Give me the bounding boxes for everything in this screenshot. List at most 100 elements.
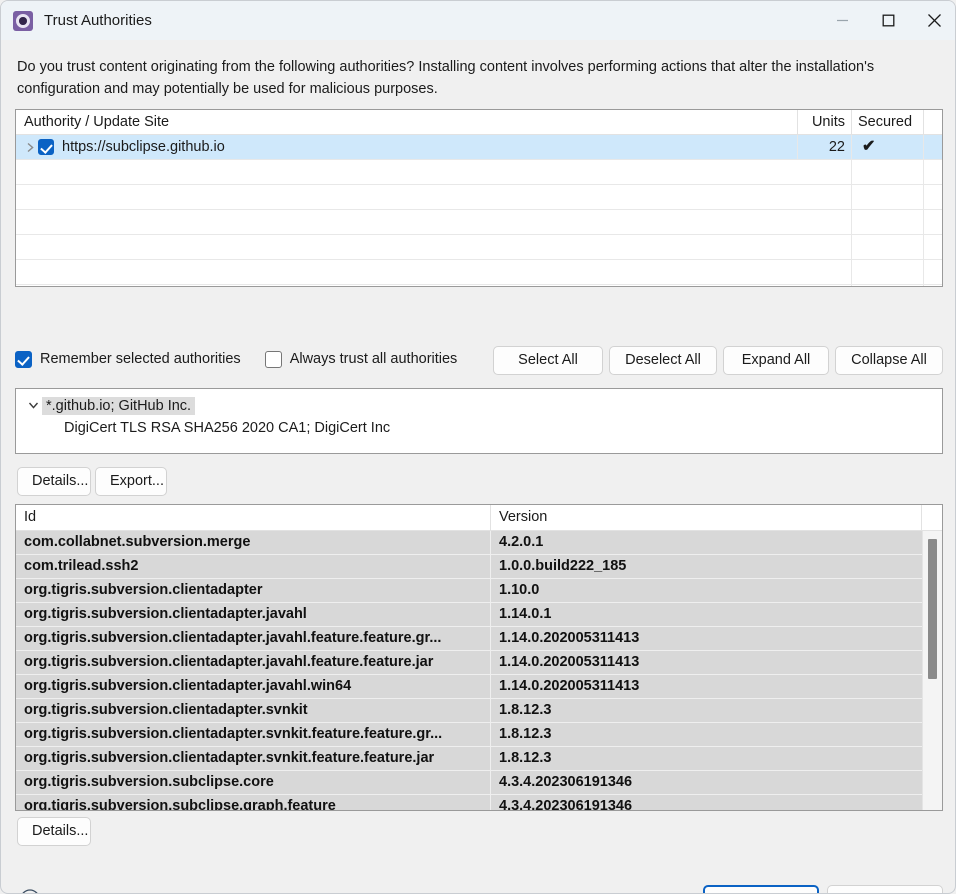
authority-secured: ✔ — [852, 135, 924, 159]
authorities-table-header: Authority / Update Site Units Secured — [16, 110, 942, 135]
units-scrollbar-thumb[interactable] — [928, 539, 937, 679]
table-row[interactable]: org.tigris.subversion.clientadapter.svnk… — [16, 699, 922, 723]
column-header-authority[interactable]: Authority / Update Site — [16, 110, 798, 134]
unit-version: 1.14.0.202005311413 — [499, 678, 640, 694]
empty-cell — [16, 235, 798, 259]
units-details-button[interactable]: Details... — [17, 817, 91, 846]
units-table-header: Id Version — [16, 505, 942, 531]
title-bar: Trust Authorities — [1, 1, 955, 40]
close-button[interactable] — [911, 1, 955, 40]
empty-cell — [924, 210, 942, 234]
unit-version: 1.8.12.3 — [499, 750, 552, 766]
units-table[interactable]: Id Version com.collabnet.subversion.merg… — [15, 504, 943, 811]
empty-cell — [924, 285, 942, 286]
empty-cell — [16, 210, 798, 234]
empty-cell — [852, 260, 924, 284]
table-row[interactable]: org.tigris.subversion.clientadapter.java… — [16, 627, 922, 651]
remember-authorities-checkbox-group[interactable]: Remember selected authorities — [15, 345, 241, 373]
certificate-details-button[interactable]: Details... — [17, 467, 91, 496]
table-row[interactable]: org.tigris.subversion.clientadapter.svnk… — [16, 723, 922, 747]
table-row[interactable]: org.tigris.subversion.clientadapter.java… — [16, 675, 922, 699]
expand-all-button[interactable]: Expand All — [723, 346, 829, 375]
certificate-chain-panel[interactable]: *.github.io; GitHub Inc. DigiCert TLS RS… — [15, 388, 943, 454]
help-icon[interactable]: ? — [19, 888, 41, 893]
unit-id: com.collabnet.subversion.merge — [16, 531, 491, 554]
empty-cell — [852, 235, 924, 259]
select-all-button[interactable]: Select All — [493, 346, 603, 375]
unit-id: org.tigris.subversion.clientadapter.java… — [16, 603, 491, 626]
empty-cell — [924, 260, 942, 284]
chevron-right-icon[interactable] — [22, 139, 38, 155]
remember-authorities-label: Remember selected authorities — [40, 351, 241, 367]
authority-checkbox[interactable] — [38, 139, 54, 155]
table-row[interactable]: org.tigris.subversion.subclipse.core 4.3.… — [16, 771, 922, 795]
deselect-all-button[interactable]: Deselect All — [609, 346, 717, 375]
column-header-units[interactable]: Units — [798, 110, 852, 134]
unit-id: org.tigris.subversion.clientadapter.svnk… — [16, 723, 491, 746]
certificate-export-button[interactable]: Export... — [95, 467, 167, 496]
dialog-content: Do you trust content originating from th… — [1, 40, 955, 893]
empty-cell — [798, 260, 852, 284]
certificate-child-label[interactable]: DigiCert TLS RSA SHA256 2020 CA1; DigiCe… — [16, 417, 942, 440]
unit-id: org.tigris.subversion.clientadapter — [16, 579, 491, 602]
empty-cell — [798, 185, 852, 209]
empty-cell — [16, 185, 798, 209]
trust-selected-button[interactable]: Trust Selected — [703, 885, 819, 893]
cancel-button[interactable]: Cancel — [827, 885, 943, 893]
remember-authorities-checkbox[interactable] — [15, 350, 32, 368]
units-table-body: com.collabnet.subversion.merge 4.2.0.1 com… — [16, 531, 922, 810]
table-row-empty — [16, 210, 942, 235]
unit-id: org.tigris.subversion.clientadapter.java… — [16, 651, 491, 674]
unit-id: org.tigris.subversion.subclipse.graph.fe… — [16, 795, 491, 810]
unit-version: 4.2.0.1 — [499, 534, 544, 550]
table-row[interactable]: org.tigris.subversion.clientadapter.svnk… — [16, 747, 922, 771]
maximize-button[interactable] — [865, 1, 911, 40]
empty-cell — [924, 185, 942, 209]
minimize-button[interactable] — [819, 1, 865, 40]
unit-version: 1.0.0.build222_185 — [499, 558, 627, 574]
column-header-id[interactable]: Id — [16, 505, 491, 530]
window-title: Trust Authorities — [44, 12, 152, 29]
column-header-version[interactable]: Version — [491, 505, 922, 530]
empty-cell — [924, 160, 942, 184]
certificate-root-label: *.github.io; GitHub Inc. — [42, 396, 196, 415]
empty-cell — [16, 285, 798, 286]
unit-id: org.tigris.subversion.subclipse.core — [16, 771, 491, 794]
chevron-down-icon[interactable] — [24, 398, 42, 414]
unit-id: org.tigris.subversion.clientadapter.java… — [16, 675, 491, 698]
table-row[interactable]: org.tigris.subversion.clientadapter.java… — [16, 651, 922, 675]
authority-name-cell[interactable]: https://subclipse.github.io — [16, 135, 798, 159]
column-header-secured[interactable]: Secured — [852, 110, 924, 134]
table-row[interactable]: com.trilead.ssh2 1.0.0.build222_185 — [16, 555, 922, 579]
unit-version: 4.3.4.202306191346 — [499, 798, 633, 810]
empty-cell — [16, 260, 798, 284]
empty-cell — [798, 160, 852, 184]
table-row[interactable]: org.tigris.subversion.subclipse.graph.fe… — [16, 795, 922, 810]
always-trust-checkbox-group[interactable]: Always trust all authorities — [264, 345, 457, 373]
unit-version: 1.8.12.3 — [499, 726, 552, 742]
table-row[interactable]: org.tigris.subversion.clientadapter 1.10.… — [16, 579, 922, 603]
unit-version: 1.14.0.202005311413 — [499, 654, 640, 670]
empty-cell — [852, 160, 924, 184]
unit-version: 1.10.0 — [499, 582, 540, 598]
empty-cell — [924, 235, 942, 259]
authority-units: 22 — [798, 135, 852, 159]
table-row[interactable]: org.tigris.subversion.clientadapter.java… — [16, 603, 922, 627]
unit-id: org.tigris.subversion.clientadapter.svnk… — [16, 747, 491, 770]
empty-cell — [798, 285, 852, 286]
table-row[interactable]: com.collabnet.subversion.merge 4.2.0.1 — [16, 531, 922, 555]
unit-id: com.trilead.ssh2 — [16, 555, 491, 578]
table-row[interactable]: https://subclipse.github.io 22 ✔ — [16, 135, 942, 160]
units-scrollbar[interactable] — [922, 531, 942, 810]
collapse-all-button[interactable]: Collapse All — [835, 346, 943, 375]
table-row-empty — [16, 285, 942, 286]
certificate-root-row[interactable]: *.github.io; GitHub Inc. — [16, 394, 942, 417]
table-row-empty — [16, 235, 942, 260]
table-row-empty — [16, 185, 942, 210]
empty-cell — [798, 235, 852, 259]
unit-version: 1.14.0.1 — [499, 606, 552, 622]
table-row-empty — [16, 160, 942, 185]
always-trust-checkbox[interactable] — [264, 350, 282, 368]
trust-authorities-dialog: Trust Authorities Do you trust content o… — [0, 0, 956, 894]
authorities-table[interactable]: Authority / Update Site Units Secured ht… — [15, 109, 943, 287]
